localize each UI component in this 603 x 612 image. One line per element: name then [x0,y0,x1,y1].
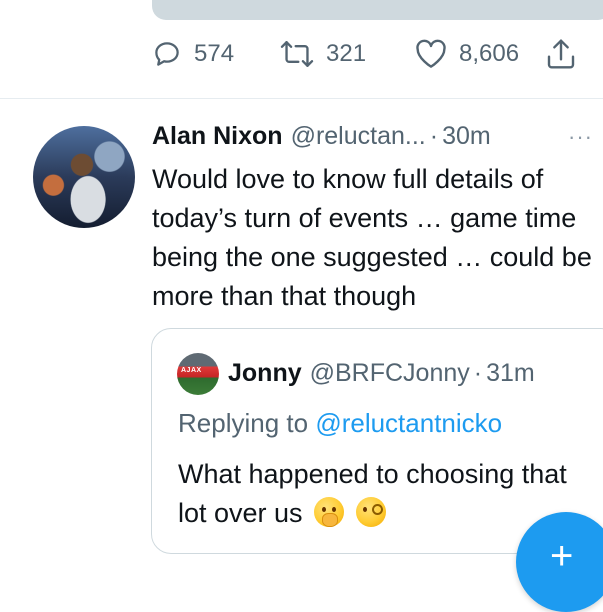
share-button[interactable] [546,38,576,70]
tweet-text: Would love to know full details of today… [152,164,592,311]
separator-dot: · [429,122,439,150]
retweet-button[interactable]: 321 [280,38,366,70]
replying-prefix: Replying to [178,408,309,438]
retweet-icon [280,39,314,69]
more-icon[interactable]: ··· [568,126,602,148]
share-icon [546,38,576,70]
reply-count: 574 [194,40,235,67]
tweet-header: Alan Nixon @reluctan... · 30m [152,122,491,156]
previous-tweet-actions: 574 321 8,606 [0,38,603,70]
quoted-author-avatar[interactable]: AJAX [177,353,219,395]
avatar-badge-text: AJAX [181,367,202,374]
quoted-tweet-time[interactable]: 31m [486,359,535,388]
quoted-separator-dot: · [473,359,483,387]
reply-icon [152,39,182,69]
quoted-tweet-header: Jonny @BRFCJonny · 31m [228,359,535,388]
replying-to-mention[interactable]: @reluctantnicko [315,408,502,438]
author-avatar[interactable] [33,126,135,228]
reply-button[interactable]: 574 [152,38,234,70]
author-name[interactable]: Alan Nixon [152,122,283,151]
like-count: 8,606 [459,40,520,67]
quoted-author-name[interactable]: Jonny [228,359,302,388]
heart-icon [415,39,447,69]
retweet-count: 321 [326,40,367,67]
author-handle[interactable]: @reluctan... [291,122,426,151]
plus-icon: + [550,534,574,578]
quoted-tweet[interactable]: AJAX Jonny @BRFCJonny · 31m Replying to … [151,328,603,554]
tweet-time[interactable]: 30m [442,122,491,151]
previous-tweet-media[interactable] [152,0,603,20]
quoted-author-handle[interactable]: @BRFCJonny [310,359,470,388]
compose-tweet-button[interactable]: + [516,512,603,612]
face-with-monocle-emoji-icon [355,497,386,527]
replying-to: Replying to @reluctantnicko [178,408,502,439]
like-button[interactable]: 8,606 [415,38,519,70]
tweet-divider [0,98,603,99]
shushing-face-emoji-icon [314,497,345,527]
